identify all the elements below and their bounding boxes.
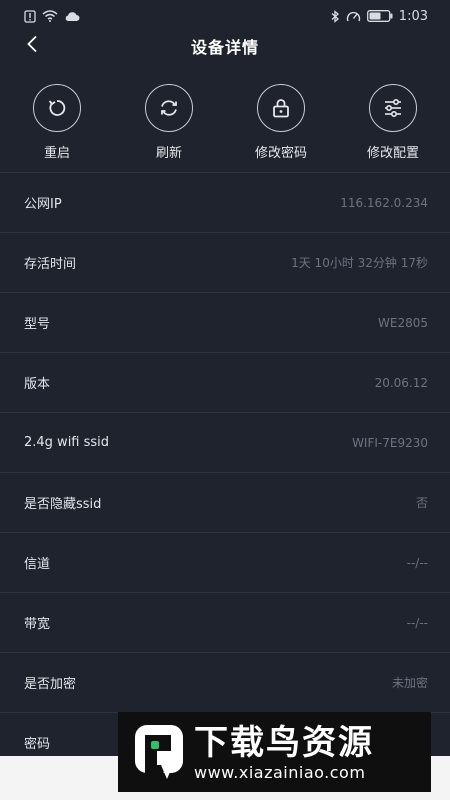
detail-label: 信道 [24, 557, 51, 572]
detail-label: 带宽 [24, 617, 51, 632]
detail-label: 密码 [24, 737, 51, 752]
detail-value: 否 [415, 496, 428, 510]
detail-value: WE2805 [378, 315, 428, 330]
sim-alert-icon [24, 9, 36, 23]
lock-icon [257, 84, 305, 132]
status-right: 1:03 [330, 9, 428, 24]
restart-icon [33, 84, 81, 132]
back-button[interactable] [20, 32, 44, 60]
detail-row-hidden-ssid: 是否隐藏ssid 否 [0, 473, 450, 533]
change-password-button[interactable]: 修改密码 [227, 84, 335, 172]
chevron-left-icon [26, 35, 38, 57]
action-bar: 重启 刷新 修改密码 修改配置 [0, 84, 450, 172]
page-title: 设备详情 [190, 38, 259, 57]
detail-value: 116.162.0.234 [340, 195, 428, 210]
detail-list: 公网IP 116.162.0.234 存活时间 1天 10小时 32分钟 17秒… [0, 172, 450, 773]
bird-logo-icon [128, 719, 190, 785]
sliders-icon [369, 84, 417, 132]
header: 设备详情 [0, 32, 450, 60]
detail-row-channel: 信道 --/-- [0, 533, 450, 593]
detail-value: 1天 10小时 32分钟 17秒 [291, 256, 428, 270]
detail-row-version: 版本 20.06.12 [0, 353, 450, 413]
change-password-label: 修改密码 [254, 146, 307, 161]
detail-row-bandwidth: 带宽 --/-- [0, 593, 450, 653]
detail-row-wifi-ssid: 2.4g wifi ssid WIFI-7E9230 [0, 413, 450, 473]
refresh-label: 刷新 [155, 146, 182, 161]
watermark-url: www.xiazainiao.com [194, 762, 366, 782]
detail-label: 公网IP [24, 197, 62, 212]
change-config-label: 修改配置 [366, 146, 419, 161]
detail-row-public-ip: 公网IP 116.162.0.234 [0, 173, 450, 233]
refresh-button[interactable]: 刷新 [115, 84, 223, 172]
watermark-title: 下载鸟资源 [194, 722, 374, 763]
detail-value: --/-- [406, 615, 428, 630]
wifi-icon [42, 10, 58, 22]
status-time: 1:03 [398, 8, 428, 24]
detail-row-uptime: 存活时间 1天 10小时 32分钟 17秒 [0, 233, 450, 293]
status-bar: 1:03 [0, 0, 450, 32]
watermark-banner: 下载鸟资源 www.xiazainiao.com [118, 712, 431, 792]
detail-value: WIFI-7E9230 [352, 435, 428, 450]
change-config-button[interactable]: 修改配置 [339, 84, 447, 172]
bluetooth-icon [330, 9, 340, 23]
speed-icon [346, 10, 361, 23]
detail-label: 是否隐藏ssid [24, 497, 102, 512]
detail-value: 20.06.12 [374, 375, 428, 390]
detail-label: 版本 [24, 377, 51, 392]
detail-row-model: 型号 WE2805 [0, 293, 450, 353]
restart-button[interactable]: 重启 [3, 84, 111, 172]
detail-label: 是否加密 [24, 677, 77, 692]
cloud-icon [64, 11, 80, 22]
detail-label: 型号 [24, 317, 51, 332]
watermark-text: 下载鸟资源 www.xiazainiao.com [194, 723, 374, 782]
detail-label: 2.4g wifi ssid [24, 435, 110, 450]
detail-row-encrypted: 是否加密 未加密 [0, 653, 450, 713]
restart-label: 重启 [43, 146, 70, 161]
battery-icon [366, 10, 393, 22]
status-left [24, 9, 80, 23]
detail-value: --/-- [406, 555, 428, 570]
detail-label: 存活时间 [24, 257, 77, 272]
detail-value: 未加密 [391, 676, 428, 690]
refresh-icon [145, 84, 193, 132]
